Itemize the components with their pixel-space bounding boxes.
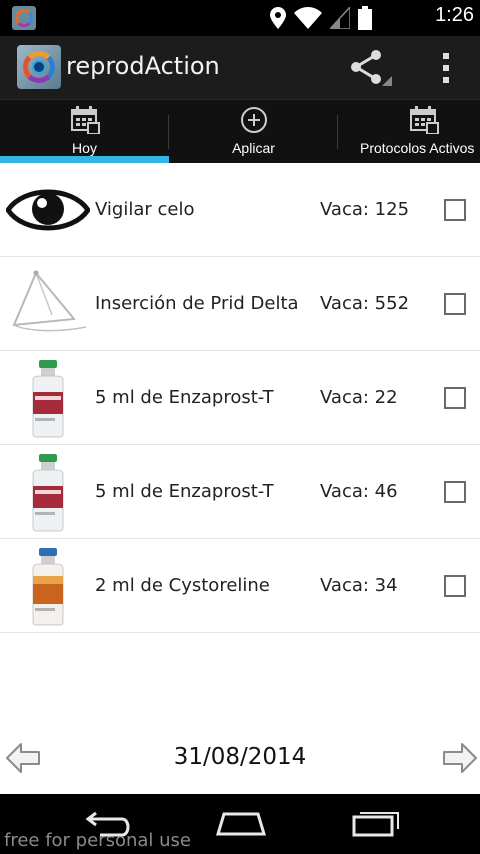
app-logo-icon[interactable] xyxy=(17,45,61,89)
cow-id: Vaca: 552 xyxy=(320,293,410,314)
system-navigation-bar: free for personal use xyxy=(0,794,480,854)
status-time: 1:26 xyxy=(435,4,474,26)
date-navigation: 31/08/2014 xyxy=(0,728,480,794)
task-checkbox[interactable] xyxy=(444,293,466,315)
enzaprost-vial-icon xyxy=(6,451,90,533)
list-item[interactable]: Inserción de Prid Delta Vaca: 552 xyxy=(0,257,480,351)
list-item[interactable]: 5 ml de Enzaprost-T Vaca: 46 xyxy=(0,445,480,539)
battery-icon xyxy=(358,6,372,30)
tab-hoy[interactable]: Hoy xyxy=(0,100,169,163)
list-item[interactable]: 2 ml de Cystoreline Vaca: 34 xyxy=(0,539,480,633)
task-name: Vigilar celo xyxy=(95,199,195,220)
tab-label: Aplicar xyxy=(232,140,275,156)
calendar-icon xyxy=(410,106,439,134)
task-checkbox[interactable] xyxy=(444,387,466,409)
app-notification-icon xyxy=(12,6,36,30)
wifi-icon xyxy=(294,7,322,29)
task-list: Vigilar celo Vaca: 125 Inserción de Prid… xyxy=(0,163,480,794)
home-icon xyxy=(215,812,267,836)
tab-protocolos-activos[interactable]: Protocolos Activos xyxy=(338,100,480,163)
add-circle-icon xyxy=(240,107,267,133)
prid-device-icon xyxy=(6,263,90,345)
task-name: 2 ml de Cystoreline xyxy=(95,575,270,596)
task-checkbox[interactable] xyxy=(444,199,466,221)
cow-id: Vaca: 22 xyxy=(320,387,398,408)
tab-label: Hoy xyxy=(72,140,97,156)
eye-icon xyxy=(6,169,90,251)
cow-id: Vaca: 125 xyxy=(320,199,410,220)
recent-apps-button[interactable] xyxy=(350,807,402,837)
calendar-icon xyxy=(70,106,100,134)
tab-label: Protocolos Activos xyxy=(360,140,475,156)
task-name: 5 ml de Enzaprost-T xyxy=(95,481,274,502)
tab-aplicar[interactable]: Aplicar xyxy=(169,100,338,163)
watermark-text: free for personal use xyxy=(4,830,191,851)
task-name: Inserción de Prid Delta xyxy=(95,293,299,314)
arrow-right-icon xyxy=(443,743,477,773)
task-checkbox[interactable] xyxy=(444,481,466,503)
home-button[interactable] xyxy=(214,808,268,838)
share-icon xyxy=(351,50,392,86)
status-bar: 1:26 xyxy=(0,0,480,36)
app-title: reprodAction xyxy=(66,52,220,80)
tab-bar: Hoy Aplicar Protocolos Activos xyxy=(0,100,480,163)
overflow-menu-icon xyxy=(443,53,449,83)
list-item[interactable]: Vigilar celo Vaca: 125 xyxy=(0,163,480,257)
cow-id: Vaca: 34 xyxy=(320,575,398,596)
list-item[interactable]: 5 ml de Enzaprost-T Vaca: 22 xyxy=(0,351,480,445)
enzaprost-vial-icon xyxy=(6,357,90,439)
tab-indicator xyxy=(0,156,169,163)
next-day-button[interactable] xyxy=(442,740,478,776)
action-bar: reprodAction xyxy=(0,36,480,100)
location-icon xyxy=(270,7,286,29)
task-checkbox[interactable] xyxy=(444,575,466,597)
status-icons xyxy=(270,6,372,30)
cell-signal-icon xyxy=(330,7,350,29)
share-button[interactable] xyxy=(346,46,394,90)
overflow-menu-button[interactable] xyxy=(428,46,464,90)
current-date: 31/08/2014 xyxy=(173,744,307,770)
recent-apps-icon xyxy=(352,812,399,837)
cystoreline-vial-icon xyxy=(6,545,90,627)
cow-id: Vaca: 46 xyxy=(320,481,398,502)
task-name: 5 ml de Enzaprost-T xyxy=(95,387,274,408)
